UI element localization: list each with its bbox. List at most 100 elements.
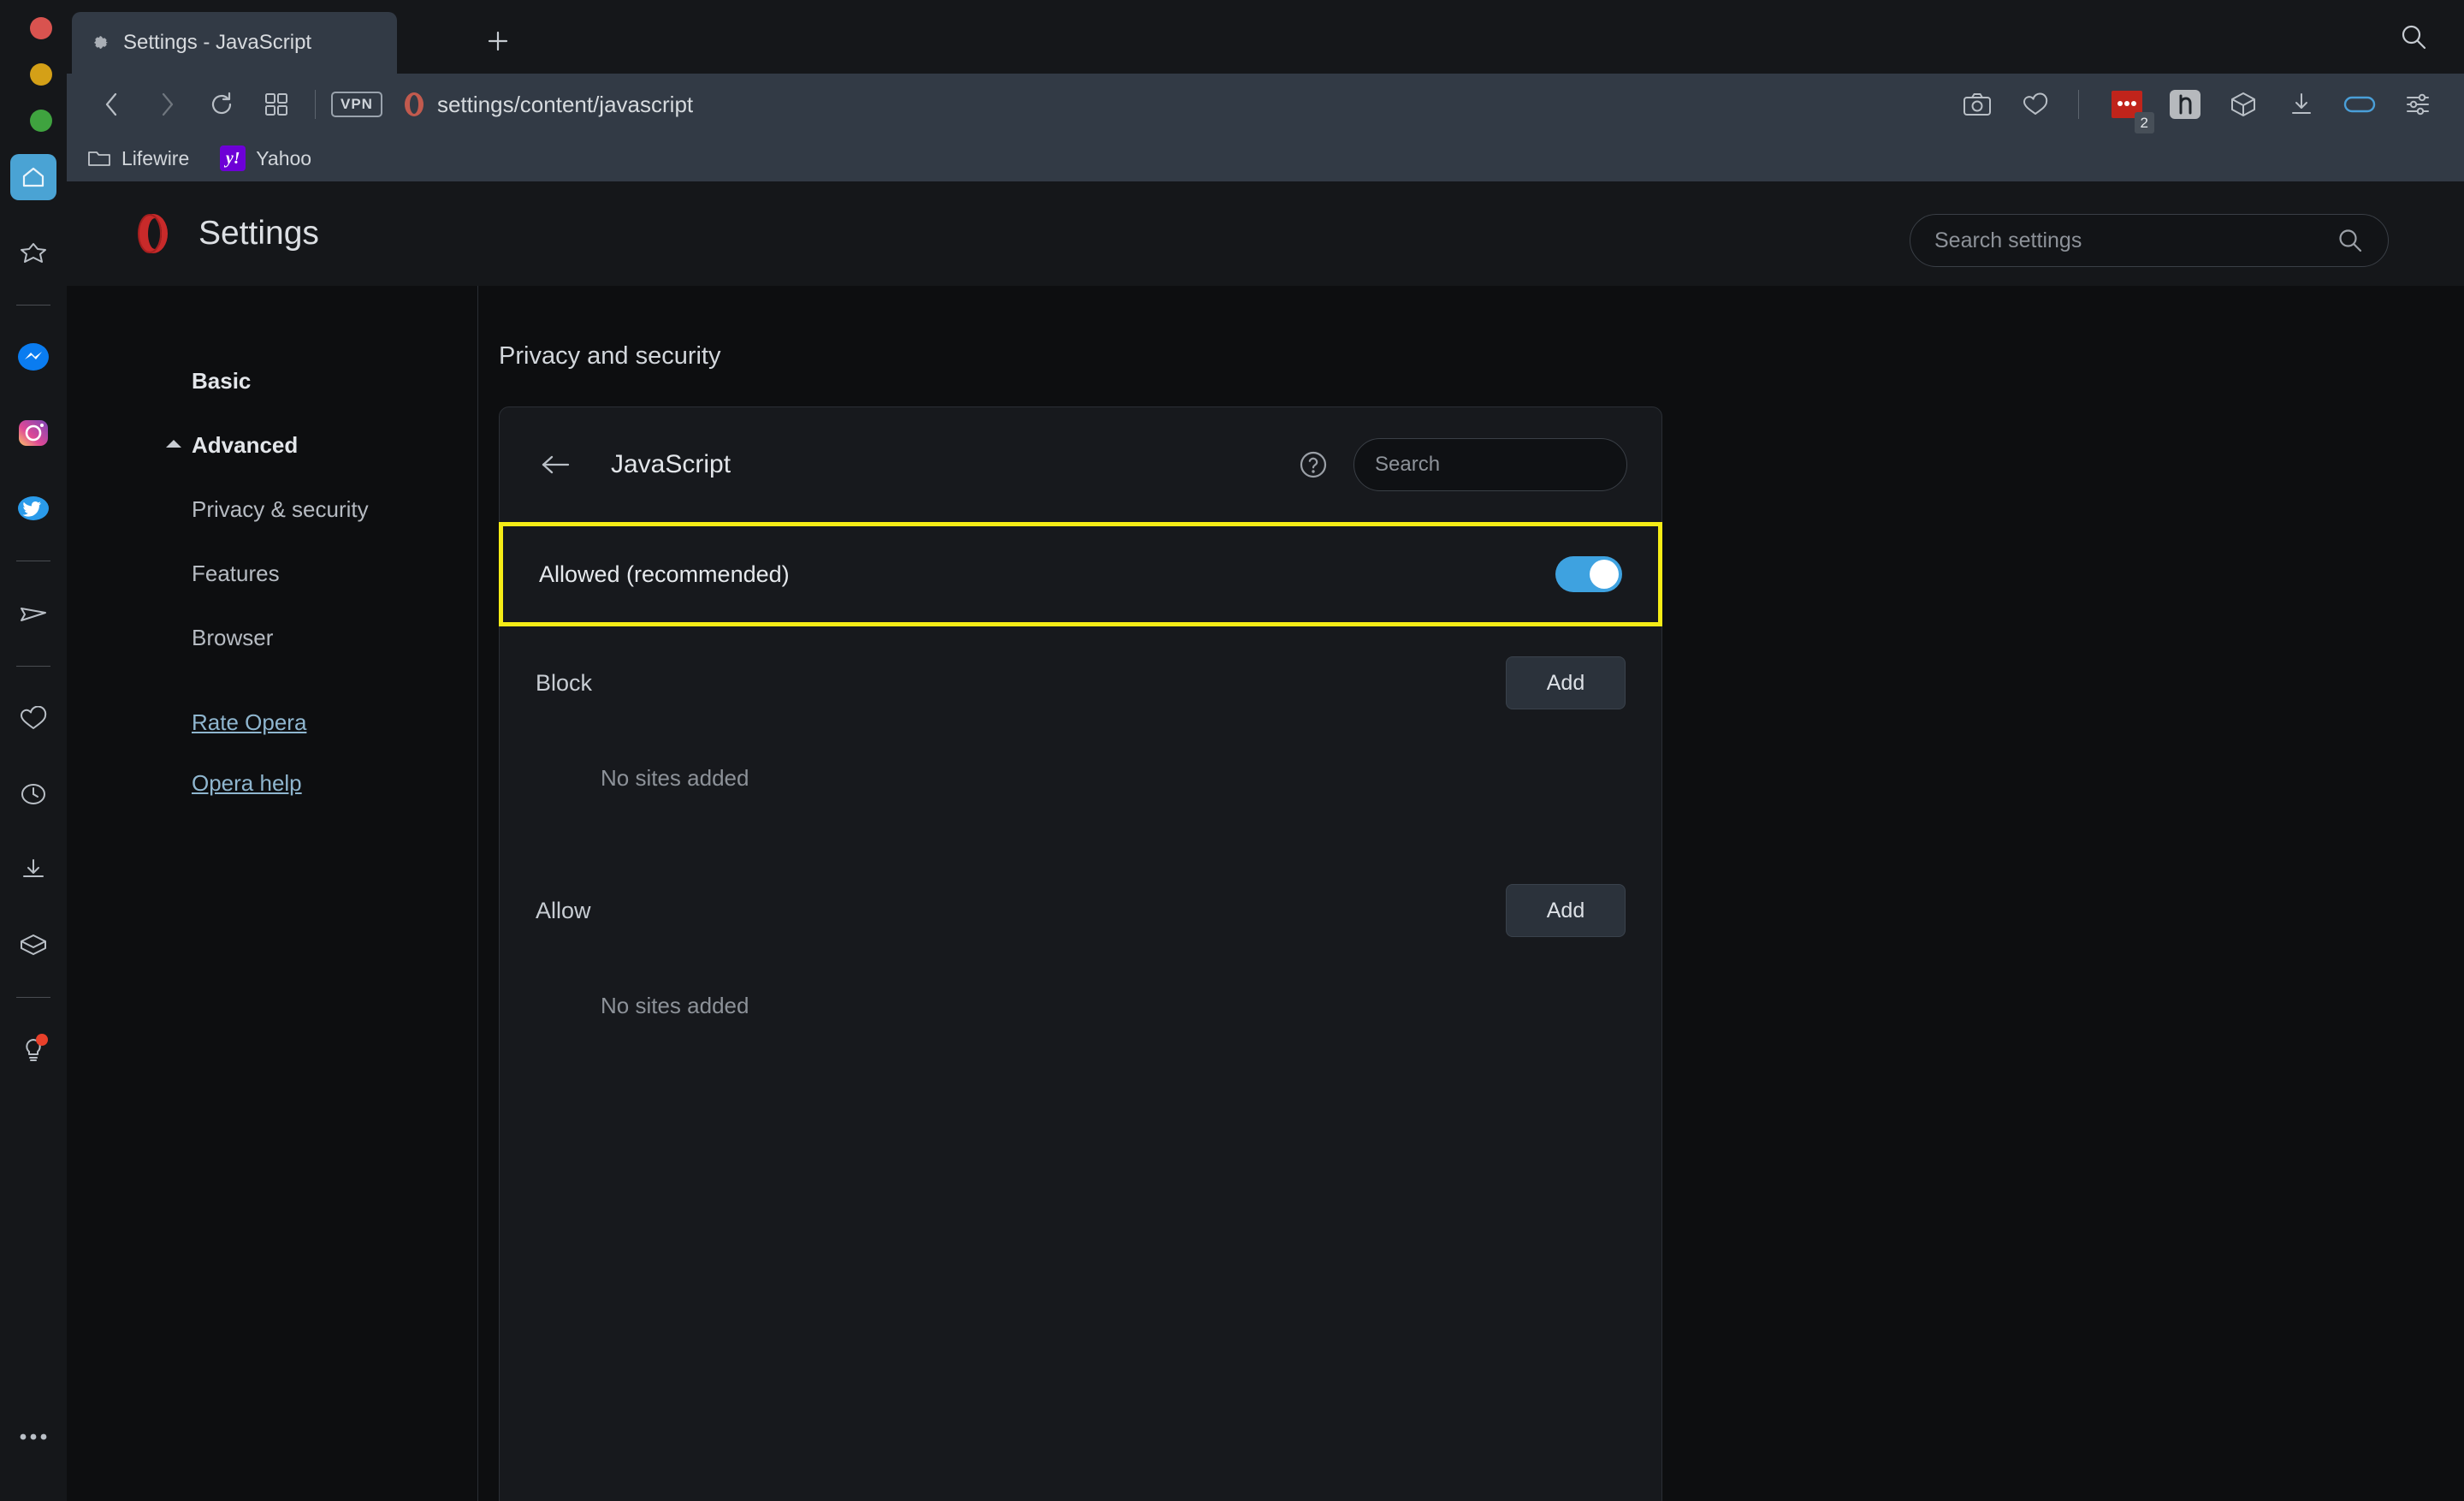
bookmark-label: Lifewire: [121, 146, 190, 169]
sidebar-divider: [16, 666, 50, 667]
back-button[interactable]: [536, 445, 575, 484]
tab-overview-button[interactable]: [255, 83, 298, 126]
favorites-button[interactable]: [2013, 82, 2058, 127]
sidebar-item-messenger[interactable]: [10, 335, 56, 381]
easy-setup-icon: [2407, 93, 2429, 116]
card-title: JavaScript: [611, 450, 732, 478]
home-icon: [22, 167, 44, 187]
honey-button[interactable]: [2163, 82, 2207, 127]
more-dots-icon: [20, 1433, 47, 1440]
settings-header: Settings: [67, 181, 2464, 286]
help-button[interactable]: [1295, 447, 1331, 483]
honey-icon: [2170, 90, 2200, 119]
vpn-badge[interactable]: VPN: [331, 92, 382, 117]
sidebar-item-favorites[interactable]: [10, 696, 56, 742]
easy-setup-button[interactable]: [2396, 82, 2440, 127]
window-controls: [22, 17, 60, 132]
downloads-button[interactable]: [2279, 82, 2324, 127]
settings-nav: Basic Advanced Privacy & security Featur…: [67, 286, 477, 1501]
clock-icon: [21, 784, 45, 804]
opera-icon: [404, 92, 424, 116]
sidebar-item-features[interactable]: Features: [192, 561, 477, 587]
rate-opera-link[interactable]: Rate Opera: [192, 709, 477, 736]
toolbar-divider: [2078, 90, 2079, 119]
sidebar-item-home[interactable]: [10, 154, 56, 200]
sidebar-item-history[interactable]: [10, 771, 56, 817]
sidebar-item-extensions[interactable]: [10, 922, 56, 968]
close-button[interactable]: [30, 17, 52, 39]
allow-empty-message: No sites added: [601, 992, 749, 1018]
player-icon: [2343, 96, 2376, 113]
browser-chrome: Settings - JavaScript VPN settings/conte…: [67, 0, 2464, 181]
box-icon: [21, 934, 46, 955]
search-settings-input[interactable]: [1934, 228, 2337, 253]
bookmark-label: Yahoo: [256, 146, 312, 169]
telegram-icon: [21, 608, 46, 621]
bookmark-lifewire[interactable]: Lifewire: [87, 147, 189, 170]
new-tab-button[interactable]: [477, 21, 518, 62]
settings-search-box[interactable]: [1910, 214, 2389, 267]
block-label: Block: [536, 669, 593, 696]
block-add-button[interactable]: Add: [1506, 656, 1626, 709]
settings-body: Basic Advanced Privacy & security Featur…: [67, 286, 2464, 1501]
sidebar-divider: [16, 305, 50, 306]
browser-window: Settings - JavaScript VPN settings/conte…: [0, 0, 2464, 1501]
messenger-icon: [18, 343, 49, 371]
back-button[interactable]: [91, 83, 133, 126]
download-icon: [2292, 93, 2311, 114]
reload-button[interactable]: [200, 83, 243, 126]
player-button[interactable]: [2337, 82, 2382, 127]
address-bar-url[interactable]: settings/content/javascript: [437, 92, 693, 118]
card-search-box[interactable]: [1353, 438, 1640, 491]
sidebar-item-privacy-security[interactable]: Privacy & security: [192, 496, 477, 523]
folder-icon: [88, 151, 110, 166]
help-circle-icon: [1300, 451, 1327, 478]
toggle-knob: [1590, 560, 1619, 589]
sidebar-item-browser[interactable]: Browser: [192, 625, 477, 651]
tab-settings-javascript[interactable]: Settings - JavaScript: [72, 12, 397, 74]
minimize-button[interactable]: [30, 63, 52, 86]
tab-search-button[interactable]: [2394, 17, 2433, 56]
opera-logo-icon: [138, 214, 168, 253]
sidebar-item-label: Privacy & security: [192, 496, 369, 522]
tab-title: Settings - JavaScript: [123, 31, 312, 54]
navigation-bar: VPN settings/content/javascript 2: [67, 74, 2464, 135]
bookmarks-bar: Lifewire y! Yahoo: [67, 135, 2464, 181]
block-list-header: Block Add: [500, 626, 1661, 739]
sidebar-more-button[interactable]: [10, 1414, 56, 1460]
section-title: Privacy and security: [499, 342, 721, 370]
settings-nav-links: Rate Opera Opera help: [192, 709, 477, 797]
snapshot-button[interactable]: [1955, 82, 1999, 127]
block-empty-message: No sites added: [601, 764, 749, 791]
adblock-badge: 2: [2134, 112, 2154, 133]
sidebar-item-tips[interactable]: [10, 1027, 56, 1073]
card-search-input[interactable]: [1375, 453, 1640, 477]
adblock-button[interactable]: 2: [2105, 82, 2154, 133]
bookmark-yahoo[interactable]: y! Yahoo: [220, 145, 311, 171]
grid-icon: [265, 93, 287, 116]
crypto-wallet-button[interactable]: [2221, 82, 2266, 127]
sidebar-item-label: Advanced: [192, 432, 299, 458]
sidebar-item-advanced[interactable]: Advanced: [166, 432, 477, 459]
snapshot-icon: [1964, 93, 1991, 116]
sidebar-item-instagram[interactable]: [10, 410, 56, 456]
allow-add-button[interactable]: Add: [1506, 884, 1626, 937]
sidebar-item-label: Browser: [192, 625, 274, 650]
maximize-button[interactable]: [30, 110, 52, 132]
gear-icon: [94, 36, 108, 50]
sidebar-item-label: Basic: [192, 368, 252, 394]
chevron-up-icon: [166, 440, 181, 448]
javascript-toggle[interactable]: [1555, 556, 1622, 592]
settings-page: Settings Basic Advanced Privacy: [67, 181, 2464, 1501]
yahoo-icon: y!: [220, 145, 246, 171]
sidebar-item-speed-dial[interactable]: [10, 229, 56, 276]
sidebar-item-downloads[interactable]: [10, 846, 56, 893]
sidebar-item-basic[interactable]: Basic: [192, 368, 477, 395]
javascript-allowed-row[interactable]: Allowed (recommended): [499, 522, 1662, 626]
sidebar-item-twitter[interactable]: [10, 485, 56, 531]
opera-help-link[interactable]: Opera help: [192, 770, 477, 797]
sidebar-item-telegram[interactable]: [10, 590, 56, 637]
forward-button[interactable]: [145, 83, 188, 126]
heart-icon: [2023, 92, 2048, 115]
speed-dial-star-icon: [21, 243, 46, 263]
